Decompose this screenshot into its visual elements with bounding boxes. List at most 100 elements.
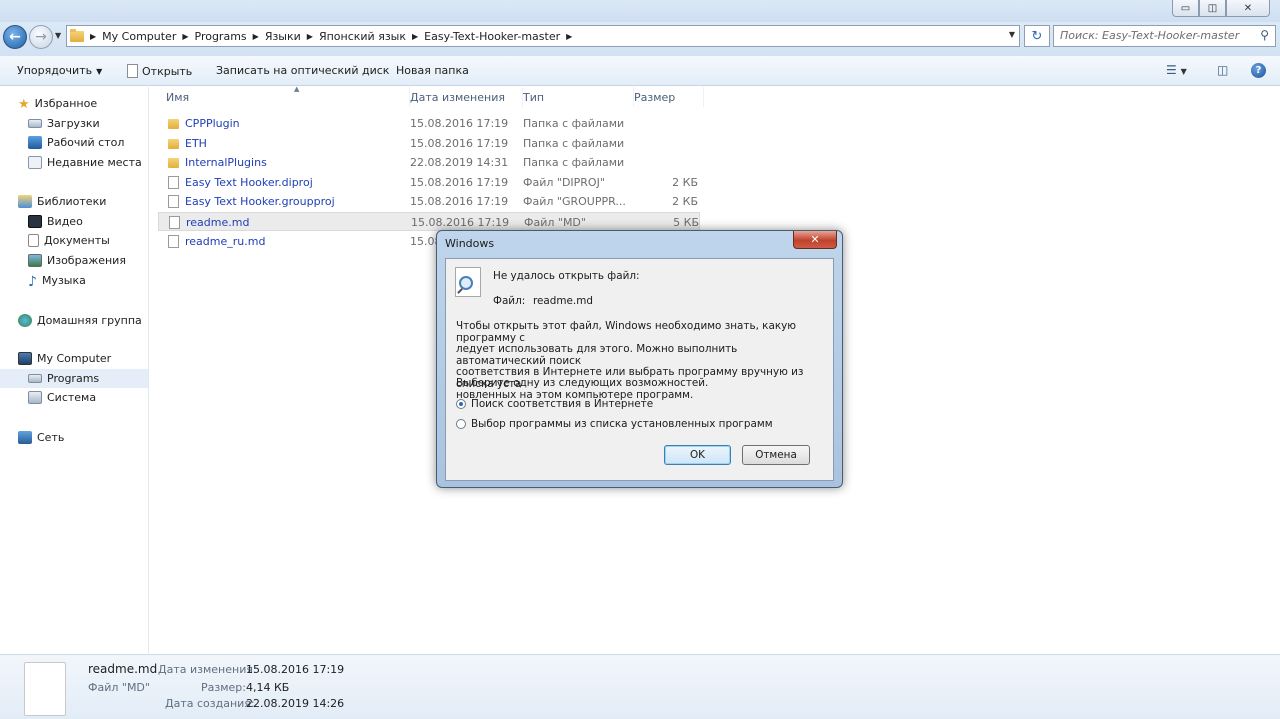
- window-title-bar: ▭ ◫ ✕: [0, 0, 1280, 22]
- maximize-button[interactable]: ◫: [1199, 0, 1226, 17]
- nav-label: Музыка: [41, 274, 86, 287]
- navigation-pane: ★ Избранное Загрузки Рабочий стол Недавни…: [0, 87, 149, 653]
- cancel-button[interactable]: Отмена: [742, 445, 810, 465]
- search-icon[interactable]: ⚲: [1260, 28, 1269, 42]
- chevron-right-icon[interactable]: ▶: [307, 32, 313, 41]
- column-header-type[interactable]: Тип: [523, 87, 634, 107]
- option-web-search-label[interactable]: Поиск соответствия в Интернете: [471, 398, 653, 410]
- nav-homegroup[interactable]: Домашняя группа: [18, 311, 166, 330]
- column-label: Имя: [166, 91, 190, 104]
- file-row-cppplugin[interactable]: CPPPlugin 15.08.2016 17:19 Папка с файла…: [158, 114, 700, 133]
- back-button[interactable]: ←: [3, 25, 27, 49]
- document-icon: [168, 195, 179, 208]
- refresh-button[interactable]: ↻: [1024, 25, 1050, 47]
- nav-label: Документы: [44, 234, 110, 247]
- organize-button[interactable]: Упорядочить ▼: [17, 64, 102, 77]
- homegroup-icon: [18, 314, 32, 327]
- search-input[interactable]: Поиск: Easy-Text-Hooker-master ⚲: [1053, 25, 1276, 47]
- column-header-name[interactable]: Имя ▲: [166, 85, 410, 107]
- radio-web-search[interactable]: [456, 399, 466, 409]
- nav-libraries[interactable]: Библиотеки: [18, 192, 166, 211]
- music-note-icon: ♪: [28, 274, 37, 290]
- system-drive-icon: [28, 391, 42, 404]
- file-row-diproj[interactable]: Easy Text Hooker.diproj 15.08.2016 17:19…: [158, 173, 700, 192]
- folder-icon: [168, 158, 179, 168]
- breadcrumb-japanese[interactable]: Японский язык: [319, 30, 406, 43]
- organize-label: Упорядочить: [17, 64, 93, 77]
- file-row-internalplugins[interactable]: InternalPlugins 22.08.2019 14:31 Папка с…: [158, 153, 700, 172]
- file-type: Папка с файлами: [523, 117, 625, 130]
- folder-icon: [168, 139, 179, 149]
- folder-icon: [168, 119, 179, 129]
- file-row-readme[interactable]: readme.md 15.08.2016 17:19 Файл "MD" 5 К…: [158, 212, 700, 231]
- nav-favorites[interactable]: ★ Избранное: [18, 94, 166, 113]
- open-button[interactable]: Открыть: [127, 64, 192, 78]
- nav-label: Сеть: [37, 431, 65, 444]
- chevron-right-icon[interactable]: ▶: [412, 32, 418, 41]
- nav-programs[interactable]: Programs: [0, 369, 148, 388]
- dialog-close-button[interactable]: ✕: [793, 231, 837, 249]
- dialog-file-value: readme.md: [533, 295, 593, 307]
- address-history-dropdown[interactable]: ▼: [1009, 30, 1015, 39]
- magnifier-document-icon: [455, 267, 481, 297]
- open-with-dialog: Windows ✕ Не удалось открыть файл: Файл:…: [436, 230, 843, 488]
- open-label: Открыть: [142, 65, 193, 78]
- help-button[interactable]: ?: [1251, 63, 1266, 78]
- new-folder-button[interactable]: Новая папка: [396, 64, 469, 77]
- file-type: Файл "MD": [524, 216, 586, 229]
- window-controls: ▭ ◫ ✕: [1172, 0, 1270, 17]
- nav-computer[interactable]: My Computer: [18, 349, 166, 368]
- file-name: Easy Text Hooker.diproj: [185, 176, 313, 189]
- file-name: CPPPlugin: [185, 117, 240, 130]
- chevron-right-icon[interactable]: ▶: [90, 32, 96, 41]
- file-row-eth[interactable]: ETH 15.08.2016 17:19 Папка с файлами: [158, 134, 700, 153]
- file-thumbnail-icon: [24, 662, 66, 716]
- folder-icon: [70, 28, 84, 42]
- option-program-list-label[interactable]: Выбор программы из списка установленных …: [471, 418, 773, 430]
- details-created-value: 22.08.2019 14:26: [246, 697, 345, 710]
- address-bar[interactable]: ▶ My Computer ▶ Programs ▶ Языки ▶ Японс…: [66, 25, 1020, 47]
- dialog-prompt: Выберите одну из следующих возможностей.: [456, 377, 709, 389]
- network-icon: [18, 431, 32, 444]
- video-icon: [28, 215, 42, 228]
- column-header-size[interactable]: Размер: [634, 87, 704, 107]
- column-label: Дата изменения: [410, 91, 505, 104]
- libraries-icon: [18, 195, 32, 208]
- forward-button[interactable]: →: [29, 25, 53, 49]
- file-row-groupproj[interactable]: Easy Text Hooker.groupproj 15.08.2016 17…: [158, 192, 700, 211]
- column-header-date[interactable]: Дата изменения: [410, 87, 523, 107]
- dialog-title: Windows: [445, 237, 495, 250]
- star-icon: ★: [18, 97, 30, 112]
- preview-pane-button[interactable]: ◫: [1217, 63, 1228, 77]
- nav-label: Библиотеки: [37, 195, 107, 208]
- breadcrumb-current-folder[interactable]: Easy-Text-Hooker-master: [424, 30, 560, 43]
- radio-program-list[interactable]: [456, 419, 466, 429]
- nav-label: Изображения: [47, 254, 126, 267]
- burn-disc-button[interactable]: Записать на оптический диск: [216, 64, 389, 77]
- file-type: Папка с файлами: [523, 156, 625, 169]
- chevron-right-icon[interactable]: ▶: [253, 32, 259, 41]
- file-date: 15.08.2016 17:19: [410, 195, 509, 208]
- chevron-right-icon[interactable]: ▶: [566, 32, 572, 41]
- nav-network[interactable]: Сеть: [18, 428, 166, 447]
- breadcrumb-my-computer[interactable]: My Computer: [102, 30, 176, 43]
- minimize-button[interactable]: ▭: [1172, 0, 1199, 17]
- file-icon: [127, 64, 138, 78]
- close-window-button[interactable]: ✕: [1226, 0, 1270, 17]
- command-bar: Упорядочить ▼ Открыть Записать на оптичес…: [0, 56, 1280, 86]
- breadcrumb-languages[interactable]: Языки: [265, 30, 301, 43]
- message-line: Чтобы открыть этот файл, Windows необход…: [456, 320, 796, 344]
- file-type: Папка с файлами: [523, 137, 625, 150]
- recent-pages-dropdown[interactable]: ▼: [55, 31, 61, 40]
- view-options-button[interactable]: ☰ ▼: [1166, 63, 1187, 77]
- ok-button[interactable]: OK: [664, 445, 731, 465]
- document-icon: [169, 216, 180, 229]
- breadcrumb-programs[interactable]: Programs: [195, 30, 247, 43]
- details-modified-value: 15.08.2016 17:19: [246, 663, 345, 676]
- document-icon: [168, 235, 179, 248]
- nav-label: Видео: [47, 215, 83, 228]
- chevron-right-icon[interactable]: ▶: [182, 32, 188, 41]
- details-pane: readme.md Файл "MD" Дата изменения: 15.0…: [0, 654, 1280, 719]
- sort-ascending-icon: ▲: [294, 85, 300, 93]
- file-date: 15.08.2016 17:19: [410, 176, 509, 189]
